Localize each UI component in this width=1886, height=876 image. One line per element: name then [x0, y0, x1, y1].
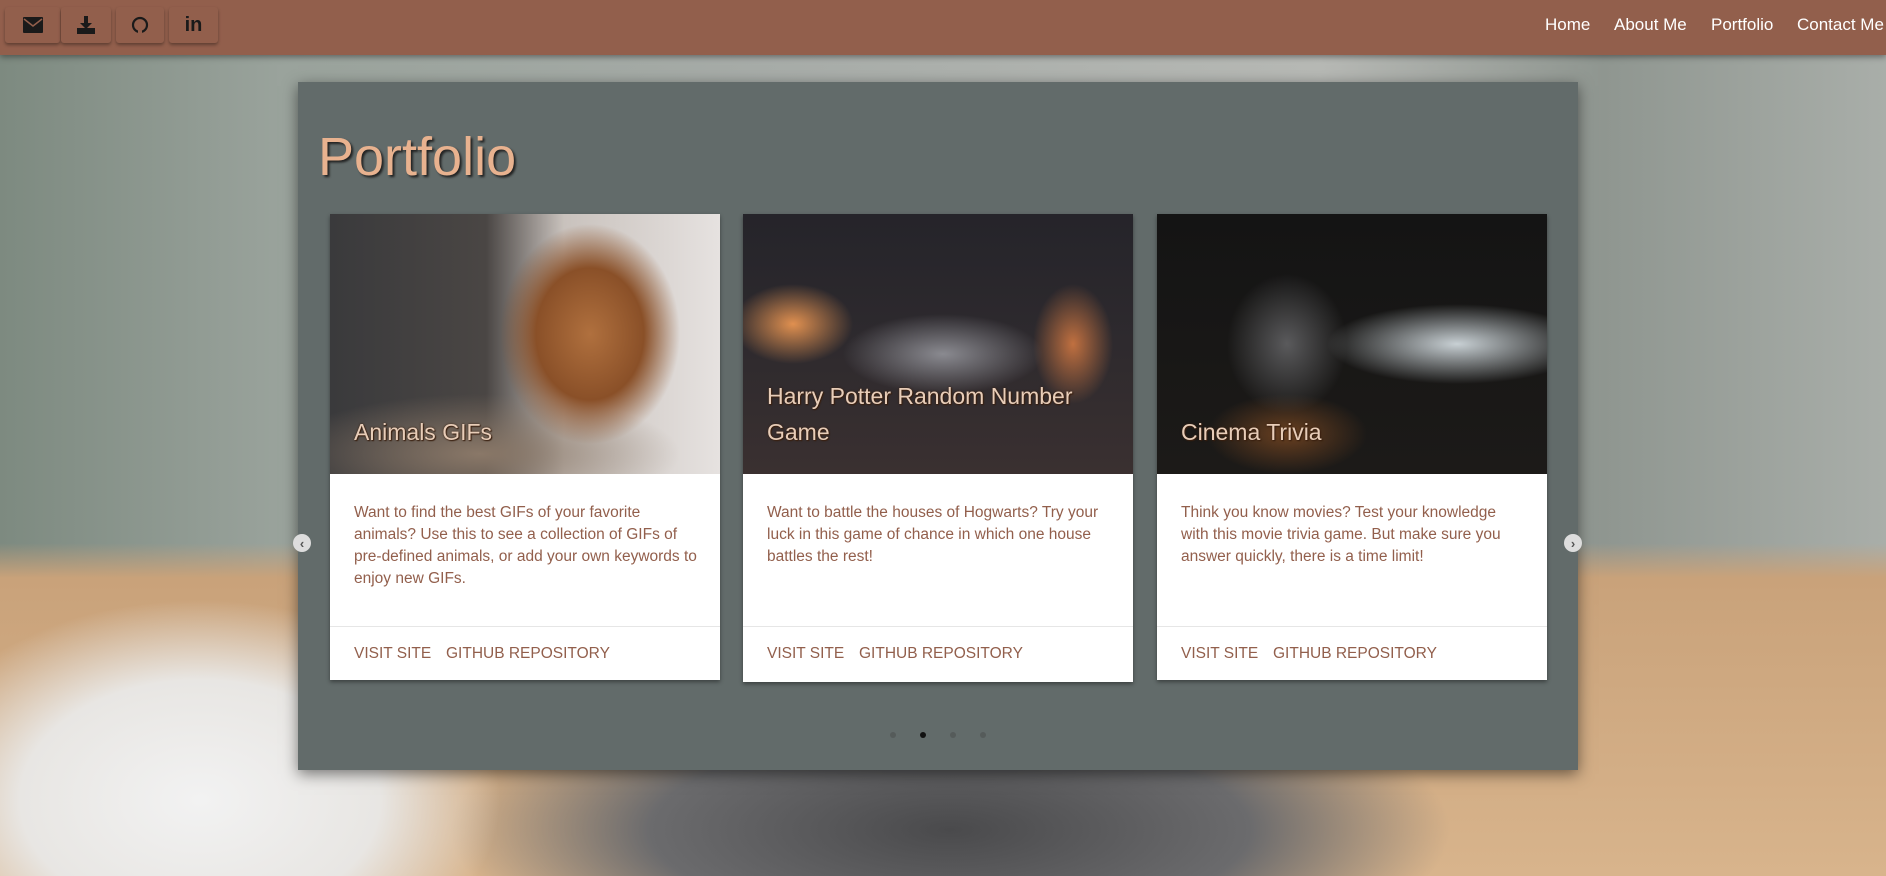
carousel-prev-button[interactable]: ‹ [293, 534, 311, 552]
project-title: Cinema Trivia [1181, 419, 1322, 445]
project-image: Cinema Trivia [1157, 214, 1547, 474]
github-repository-link[interactable]: GITHUB REPOSITORY [446, 645, 610, 663]
carousel-indicator-3[interactable] [950, 732, 956, 738]
chevron-right-icon: › [1570, 535, 1576, 551]
visit-site-link[interactable]: VISIT SITE [1181, 645, 1258, 663]
project-image: Animals GIFs [330, 214, 720, 474]
github-repository-link[interactable]: GITHUB REPOSITORY [859, 645, 1023, 663]
download-icon [77, 16, 95, 34]
card-actions: VISIT SITE GITHUB REPOSITORY [1157, 626, 1547, 680]
github-icon [131, 16, 149, 34]
project-description: Want to battle the houses of Hogwarts? T… [767, 504, 1099, 565]
project-title: Harry Potter Random Number Game [767, 383, 1073, 445]
carousel-indicator-1[interactable] [890, 732, 896, 738]
chevron-left-icon: ‹ [299, 535, 305, 551]
nav-portfolio[interactable]: Portfolio [1711, 15, 1773, 35]
project-image: Harry Potter Random Number Game [743, 214, 1133, 474]
navbar: in Home About Me Portfolio Contact Me [0, 0, 1886, 55]
project-card: Cinema Trivia Think you know movies? Tes… [1157, 214, 1547, 680]
nav-home[interactable]: Home [1545, 15, 1590, 35]
envelope-icon [22, 17, 43, 33]
visit-site-link[interactable]: VISIT SITE [767, 645, 844, 663]
github-repository-link[interactable]: GITHUB REPOSITORY [1273, 645, 1437, 663]
nav-contact-me[interactable]: Contact Me [1797, 15, 1884, 35]
github-button[interactable] [116, 7, 164, 43]
project-card: Animals GIFs Want to find the best GIFs … [330, 214, 720, 680]
project-description: Think you know movies? Test your knowled… [1181, 504, 1501, 565]
page-title: Portfolio [318, 127, 517, 187]
nav-about-me[interactable]: About Me [1614, 15, 1687, 35]
email-button[interactable] [5, 7, 60, 43]
portfolio-panel: Portfolio ‹ › Animals GIFs Want to find … [293, 82, 1582, 770]
linkedin-button[interactable]: in [169, 7, 218, 43]
project-card: Harry Potter Random Number Game Want to … [743, 214, 1133, 682]
card-actions: VISIT SITE GITHUB REPOSITORY [330, 626, 720, 680]
download-resume-button[interactable] [61, 7, 111, 43]
card-actions: VISIT SITE GITHUB REPOSITORY [743, 626, 1133, 680]
carousel-indicator-2[interactable] [920, 732, 926, 738]
project-title: Animals GIFs [354, 419, 493, 445]
linkedin-icon: in [184, 13, 203, 36]
carousel-next-button[interactable]: › [1564, 534, 1582, 552]
visit-site-link[interactable]: VISIT SITE [354, 645, 431, 663]
carousel-indicator-4[interactable] [980, 732, 986, 738]
project-description: Want to find the best GIFs of your favor… [354, 504, 697, 587]
